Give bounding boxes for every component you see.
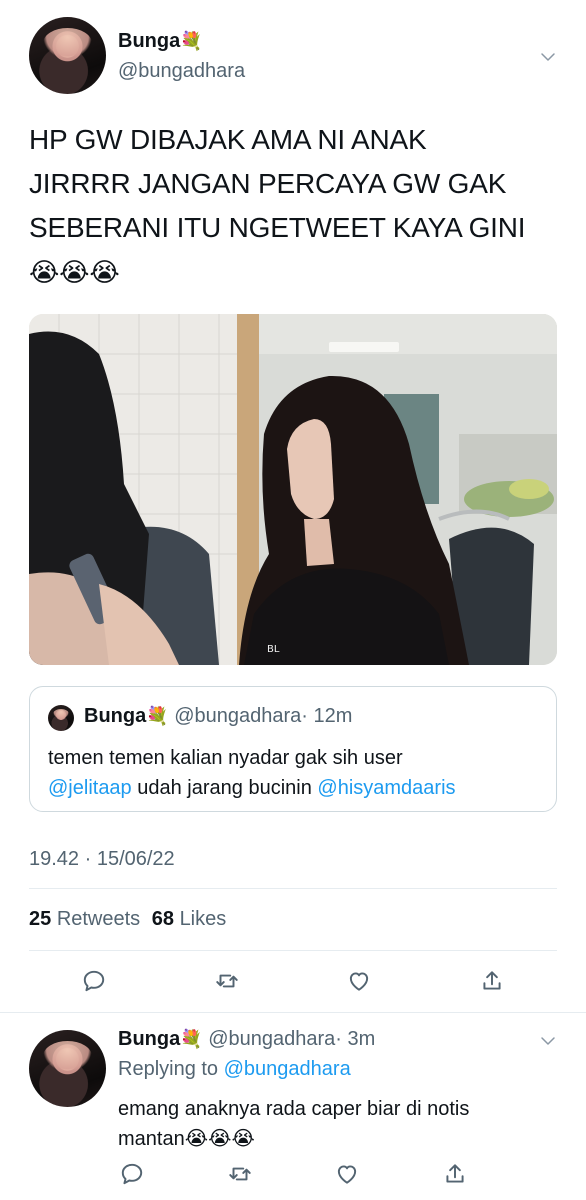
quoted-tweet[interactable]: Bunga💐 @bungadhara· 12m temen temen kali… — [29, 686, 557, 812]
retweets-stat[interactable]: 25 Retweets — [29, 908, 140, 930]
likes-stat[interactable]: 68 Likes — [152, 908, 227, 930]
share-icon[interactable] — [478, 967, 506, 995]
chevron-down-icon[interactable] — [539, 1032, 557, 1050]
like-label: Likes — [179, 908, 227, 930]
reply-text-line: emang anaknya rada caper biar di notis — [118, 1098, 470, 1120]
mention-link[interactable]: @hisyamdaaris — [317, 777, 455, 799]
photo-illustration: BL — [29, 314, 557, 665]
tweet-text-line: HP GW DIBAJAK AMA NI ANAK — [29, 124, 427, 155]
like-icon[interactable] — [333, 1160, 361, 1188]
reply-author-avatar[interactable] — [29, 1030, 106, 1107]
reply-text-line: mantan😭😭😭 — [118, 1124, 558, 1154]
divider — [0, 1012, 586, 1013]
quoted-tweet-header: Bunga💐 @bungadhara· 12m — [84, 705, 352, 728]
quoted-text-part: udah jarang bucinin — [131, 777, 318, 799]
divider — [29, 888, 557, 889]
author-name-text: Bunga — [118, 30, 181, 52]
author-name[interactable]: Bunga💐 — [118, 30, 203, 53]
share-icon[interactable] — [441, 1160, 469, 1188]
reply-author-emoji: 💐 — [180, 1029, 203, 1049]
reply-author-name[interactable]: Bunga — [118, 1028, 180, 1050]
tweet-timestamp[interactable]: 19.42 · 15/06/22 — [29, 848, 175, 871]
tweet-text-line: JIRRRR JANGAN PERCAYA GW GAK — [29, 168, 507, 199]
reply-icon[interactable] — [80, 967, 108, 995]
replying-to: Replying to @bungadhara — [118, 1058, 351, 1081]
quoted-author-handle: @bungadhara — [174, 705, 302, 727]
reply-text-part: mantan — [118, 1128, 185, 1150]
quoted-author-avatar — [48, 705, 74, 731]
reply-author-handle[interactable]: @bungadhara — [208, 1028, 335, 1050]
retweet-icon[interactable] — [226, 1160, 254, 1188]
replying-to-link[interactable]: @bungadhara — [224, 1058, 351, 1080]
mention-link[interactable]: @jelitaap — [48, 777, 132, 799]
author-emoji: 💐 — [180, 31, 203, 51]
reply-time: · 3m — [335, 1028, 376, 1050]
quoted-author-name: Bunga — [84, 705, 147, 727]
replying-label: Replying to — [118, 1058, 219, 1080]
author-avatar[interactable] — [29, 17, 106, 94]
retweet-label: Retweets — [56, 908, 141, 930]
reply-header: Bunga💐 @bungadhara· 3m — [118, 1028, 375, 1051]
tweet-text-line: SEBERANI ITU NGETWEET KAYA GINI — [29, 212, 526, 243]
quoted-text-part: temen temen kalian nyadar gak sih user — [48, 747, 403, 769]
reply-icon[interactable] — [118, 1160, 146, 1188]
author-handle[interactable]: @bungadhara — [118, 60, 245, 83]
tweet-text: HP GW DIBAJAK AMA NI ANAK JIRRRR JANGAN … — [29, 118, 569, 294]
chevron-down-icon[interactable] — [539, 48, 557, 66]
like-count: 68 — [151, 908, 174, 930]
reply-emojis: 😭😭😭 — [184, 1128, 255, 1150]
retweet-icon[interactable] — [213, 967, 241, 995]
svg-text:BL: BL — [267, 644, 280, 655]
tweet-emojis: 😭😭😭 — [29, 257, 120, 287]
tweet-stats: 25 Retweets 68 Likes — [29, 908, 226, 931]
quoted-tweet-time: · 12m — [301, 705, 353, 727]
quoted-author-emoji: 💐 — [146, 706, 169, 726]
tweet-photo[interactable]: BL — [29, 314, 557, 665]
reply-text: emang anaknya rada caper biar di notis m… — [118, 1094, 558, 1154]
like-icon[interactable] — [345, 967, 373, 995]
quoted-tweet-text: temen temen kalian nyadar gak sih user @… — [48, 743, 548, 803]
divider — [29, 950, 557, 951]
retweet-count: 25 — [29, 908, 52, 930]
